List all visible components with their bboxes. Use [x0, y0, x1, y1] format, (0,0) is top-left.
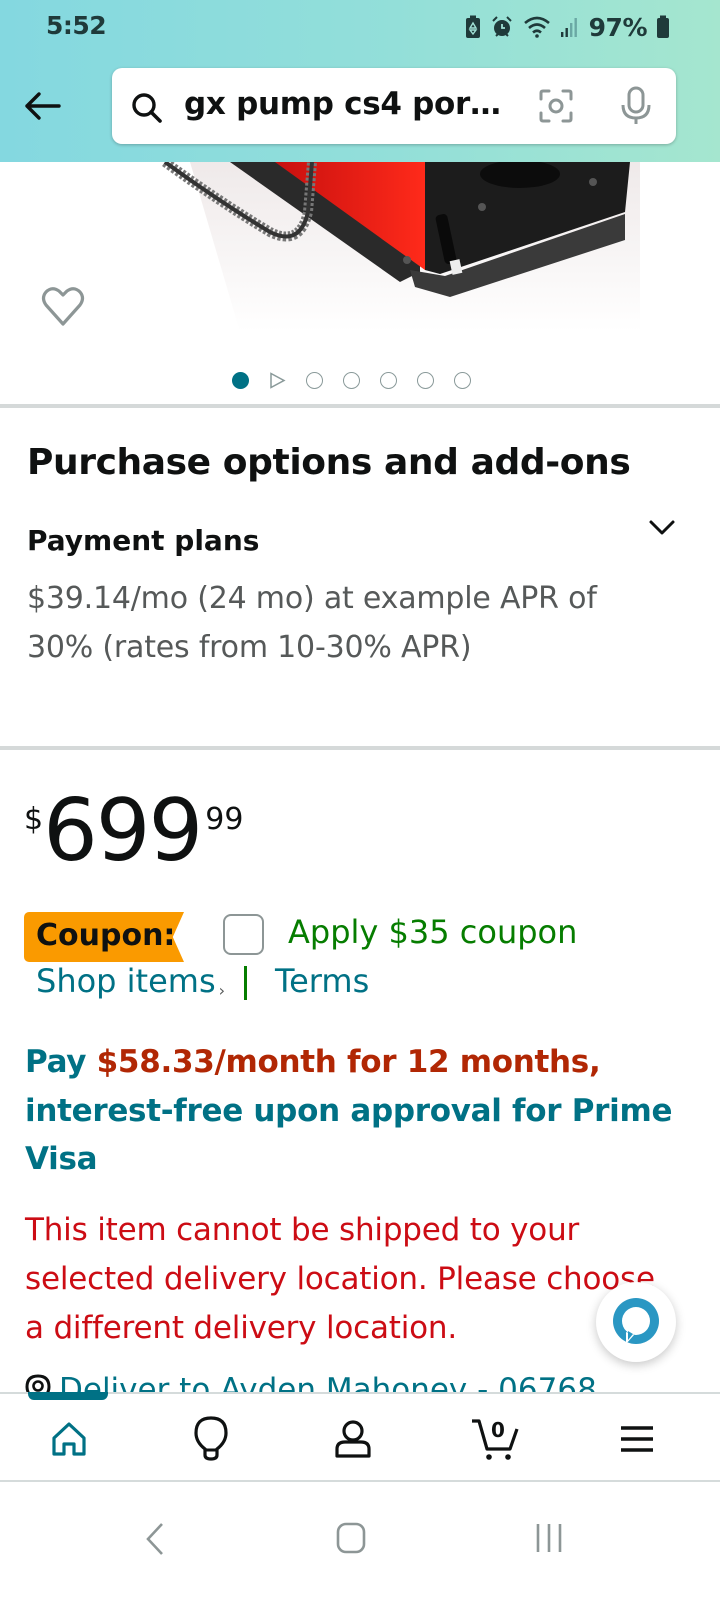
chevron-down-icon[interactable] [648, 518, 676, 538]
hamburger-menu-icon [621, 1426, 653, 1452]
terms-link[interactable]: Terms [275, 962, 369, 1000]
person-icon [335, 1420, 371, 1458]
carousel-dot-active[interactable] [232, 372, 249, 389]
prime-visa-offer[interactable]: Pay $58.33/month for 12 months, interest… [25, 1038, 685, 1184]
lightbulb-icon [194, 1416, 228, 1461]
product-photo [162, 162, 640, 332]
product-image[interactable] [0, 162, 720, 332]
coupon-separator [244, 966, 247, 1000]
alexa-icon [613, 1298, 659, 1344]
heart-icon [41, 287, 85, 326]
carousel-dot[interactable] [306, 372, 323, 389]
search-icon [132, 93, 162, 123]
battery-percent: 97% [588, 12, 648, 42]
price-whole: 699 [43, 781, 203, 881]
wifi-icon [523, 16, 550, 38]
carousel-dot[interactable] [454, 372, 471, 389]
coupon-badge-label: Coupon: [36, 918, 176, 953]
alexa-button[interactable] [596, 1282, 676, 1362]
battery-icon [657, 15, 669, 38]
price-symbol: $ [24, 802, 44, 837]
prime-visa-amount: $58.33/month for 12 months, [96, 1044, 601, 1080]
cart-count: 0 [491, 1418, 505, 1442]
status-bar: 5:52 97% [0, 0, 720, 54]
section-divider [0, 746, 720, 750]
shop-items-link[interactable]: Shop items › [36, 962, 225, 1000]
search-input[interactable]: gx pump cs4 por… [112, 68, 676, 144]
deliver-to-label: Deliver to Ayden Mahoney - 06768 [59, 1372, 597, 1392]
prime-visa-suffix: interest-free upon approval for Prime Vi… [25, 1092, 673, 1178]
signal-icon [560, 18, 577, 37]
active-tab-indicator [28, 1392, 108, 1400]
coupon-checkbox[interactable] [223, 914, 264, 955]
nav-inspire[interactable] [186, 1414, 236, 1464]
back-button[interactable] [22, 86, 62, 126]
search-query[interactable]: gx pump cs4 por… [184, 86, 501, 122]
system-navigation-bar [0, 1480, 720, 1600]
payment-plans-description: $39.14/mo (24 mo) at example APR of 30% … [27, 581, 597, 665]
wishlist-button[interactable] [40, 284, 86, 330]
home-icon[interactable] [336, 1522, 366, 1554]
apply-coupon-label[interactable]: Apply $35 coupon [288, 913, 577, 951]
nav-account[interactable] [328, 1414, 378, 1464]
chevron-right-icon: › [218, 981, 226, 1000]
carousel-dot[interactable] [380, 372, 397, 389]
status-time: 5:52 [46, 11, 107, 40]
camera-scan-icon[interactable] [538, 88, 574, 124]
deliver-to-link[interactable]: Deliver to Ayden Mahoney - 06768 [25, 1372, 625, 1392]
shop-items-label: Shop items [36, 962, 216, 1000]
shipping-warning: This item cannot be shipped to your sele… [25, 1212, 655, 1346]
image-carousel-dots [232, 372, 491, 389]
bottom-nav: 0 [0, 1392, 720, 1480]
section-divider [0, 404, 720, 408]
purchase-options-title: Purchase options and add-ons [27, 442, 631, 483]
app-header: 5:52 97% gx pump cs4 por… [0, 0, 720, 162]
carousel-dot[interactable] [343, 372, 360, 389]
price-fraction: 99 [205, 802, 244, 837]
arrow-left-icon [25, 92, 61, 120]
status-icons: 97% [465, 12, 670, 42]
nav-menu[interactable] [612, 1414, 662, 1464]
price: $ 699 99 [24, 782, 243, 880]
microphone-icon[interactable] [620, 86, 652, 126]
battery-saver-icon [465, 15, 480, 38]
nav-home[interactable] [44, 1414, 94, 1464]
back-icon[interactable] [144, 1522, 166, 1556]
prime-visa-prefix: Pay [25, 1044, 97, 1080]
recents-icon[interactable] [534, 1522, 564, 1554]
location-pin-icon [25, 1374, 51, 1392]
video-play-icon[interactable] [269, 372, 286, 389]
home-icon [52, 1422, 86, 1456]
payment-plans-label[interactable]: Payment plans [27, 524, 259, 557]
carousel-dot[interactable] [417, 372, 434, 389]
nav-cart[interactable]: 0 [470, 1414, 520, 1464]
alarm-icon [491, 16, 512, 37]
